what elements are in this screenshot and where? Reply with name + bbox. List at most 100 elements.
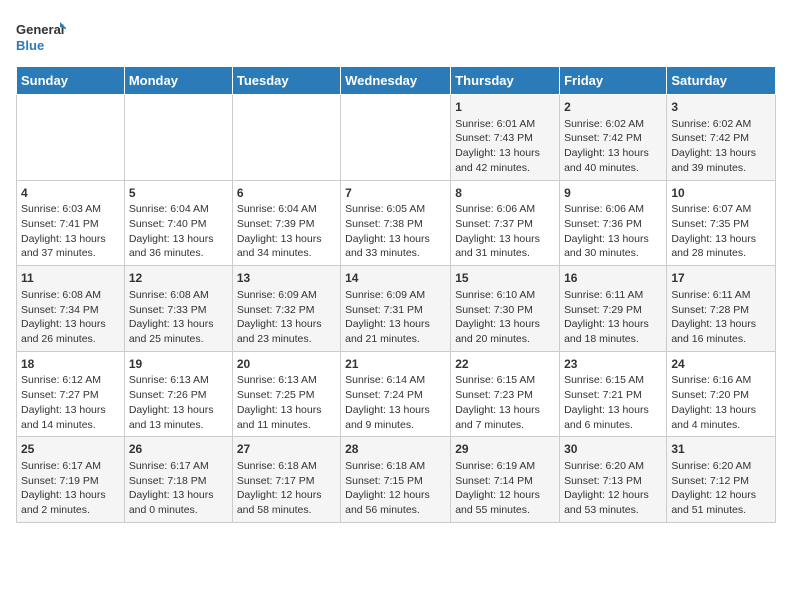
calendar-cell: 22Sunrise: 6:15 AMSunset: 7:23 PMDayligh… <box>451 351 560 437</box>
calendar-cell: 24Sunrise: 6:16 AMSunset: 7:20 PMDayligh… <box>667 351 776 437</box>
calendar-cell: 7Sunrise: 6:05 AMSunset: 7:38 PMDaylight… <box>341 180 451 266</box>
day-number: 24 <box>671 356 771 373</box>
day-number: 5 <box>129 185 228 202</box>
calendar-cell: 2Sunrise: 6:02 AMSunset: 7:42 PMDaylight… <box>560 95 667 181</box>
calendar-cell: 1Sunrise: 6:01 AMSunset: 7:43 PMDaylight… <box>451 95 560 181</box>
day-number: 23 <box>564 356 662 373</box>
day-number: 27 <box>237 441 336 458</box>
day-number: 19 <box>129 356 228 373</box>
header-day-saturday: Saturday <box>667 67 776 95</box>
svg-text:Blue: Blue <box>16 38 44 53</box>
calendar-cell: 17Sunrise: 6:11 AMSunset: 7:28 PMDayligh… <box>667 266 776 352</box>
calendar-cell: 30Sunrise: 6:20 AMSunset: 7:13 PMDayligh… <box>560 437 667 523</box>
day-number: 6 <box>237 185 336 202</box>
calendar-cell: 29Sunrise: 6:19 AMSunset: 7:14 PMDayligh… <box>451 437 560 523</box>
day-number: 26 <box>129 441 228 458</box>
day-number: 15 <box>455 270 555 287</box>
day-number: 9 <box>564 185 662 202</box>
day-info: Sunrise: 6:12 AMSunset: 7:27 PMDaylight:… <box>21 373 120 432</box>
day-number: 20 <box>237 356 336 373</box>
day-number: 13 <box>237 270 336 287</box>
day-info: Sunrise: 6:02 AMSunset: 7:42 PMDaylight:… <box>671 117 771 176</box>
day-info: Sunrise: 6:13 AMSunset: 7:26 PMDaylight:… <box>129 373 228 432</box>
day-info: Sunrise: 6:18 AMSunset: 7:17 PMDaylight:… <box>237 459 336 518</box>
calendar-cell: 14Sunrise: 6:09 AMSunset: 7:31 PMDayligh… <box>341 266 451 352</box>
calendar-cell: 8Sunrise: 6:06 AMSunset: 7:37 PMDaylight… <box>451 180 560 266</box>
day-info: Sunrise: 6:04 AMSunset: 7:39 PMDaylight:… <box>237 202 336 261</box>
calendar-cell: 4Sunrise: 6:03 AMSunset: 7:41 PMDaylight… <box>17 180 125 266</box>
day-info: Sunrise: 6:09 AMSunset: 7:32 PMDaylight:… <box>237 288 336 347</box>
day-info: Sunrise: 6:15 AMSunset: 7:21 PMDaylight:… <box>564 373 662 432</box>
week-row-2: 4Sunrise: 6:03 AMSunset: 7:41 PMDaylight… <box>17 180 776 266</box>
svg-text:General: General <box>16 22 64 37</box>
day-number: 4 <box>21 185 120 202</box>
day-info: Sunrise: 6:16 AMSunset: 7:20 PMDaylight:… <box>671 373 771 432</box>
header-row: SundayMondayTuesdayWednesdayThursdayFrid… <box>17 67 776 95</box>
week-row-4: 18Sunrise: 6:12 AMSunset: 7:27 PMDayligh… <box>17 351 776 437</box>
day-info: Sunrise: 6:04 AMSunset: 7:40 PMDaylight:… <box>129 202 228 261</box>
calendar-cell: 31Sunrise: 6:20 AMSunset: 7:12 PMDayligh… <box>667 437 776 523</box>
day-number: 29 <box>455 441 555 458</box>
week-row-1: 1Sunrise: 6:01 AMSunset: 7:43 PMDaylight… <box>17 95 776 181</box>
day-info: Sunrise: 6:18 AMSunset: 7:15 PMDaylight:… <box>345 459 446 518</box>
calendar-cell <box>232 95 340 181</box>
day-info: Sunrise: 6:13 AMSunset: 7:25 PMDaylight:… <box>237 373 336 432</box>
day-info: Sunrise: 6:06 AMSunset: 7:36 PMDaylight:… <box>564 202 662 261</box>
calendar-cell: 21Sunrise: 6:14 AMSunset: 7:24 PMDayligh… <box>341 351 451 437</box>
calendar-cell: 9Sunrise: 6:06 AMSunset: 7:36 PMDaylight… <box>560 180 667 266</box>
logo-icon: General Blue <box>16 16 66 56</box>
day-info: Sunrise: 6:10 AMSunset: 7:30 PMDaylight:… <box>455 288 555 347</box>
calendar-cell: 27Sunrise: 6:18 AMSunset: 7:17 PMDayligh… <box>232 437 340 523</box>
day-number: 21 <box>345 356 446 373</box>
header-day-sunday: Sunday <box>17 67 125 95</box>
week-row-3: 11Sunrise: 6:08 AMSunset: 7:34 PMDayligh… <box>17 266 776 352</box>
day-number: 3 <box>671 99 771 116</box>
day-number: 28 <box>345 441 446 458</box>
calendar-cell: 18Sunrise: 6:12 AMSunset: 7:27 PMDayligh… <box>17 351 125 437</box>
day-number: 18 <box>21 356 120 373</box>
day-info: Sunrise: 6:02 AMSunset: 7:42 PMDaylight:… <box>564 117 662 176</box>
day-number: 31 <box>671 441 771 458</box>
calendar-cell: 16Sunrise: 6:11 AMSunset: 7:29 PMDayligh… <box>560 266 667 352</box>
day-number: 1 <box>455 99 555 116</box>
calendar-cell: 28Sunrise: 6:18 AMSunset: 7:15 PMDayligh… <box>341 437 451 523</box>
day-info: Sunrise: 6:01 AMSunset: 7:43 PMDaylight:… <box>455 117 555 176</box>
calendar-cell: 5Sunrise: 6:04 AMSunset: 7:40 PMDaylight… <box>124 180 232 266</box>
day-info: Sunrise: 6:07 AMSunset: 7:35 PMDaylight:… <box>671 202 771 261</box>
day-info: Sunrise: 6:19 AMSunset: 7:14 PMDaylight:… <box>455 459 555 518</box>
calendar-cell: 15Sunrise: 6:10 AMSunset: 7:30 PMDayligh… <box>451 266 560 352</box>
day-number: 30 <box>564 441 662 458</box>
day-info: Sunrise: 6:11 AMSunset: 7:29 PMDaylight:… <box>564 288 662 347</box>
calendar-cell: 23Sunrise: 6:15 AMSunset: 7:21 PMDayligh… <box>560 351 667 437</box>
calendar-cell: 3Sunrise: 6:02 AMSunset: 7:42 PMDaylight… <box>667 95 776 181</box>
day-info: Sunrise: 6:17 AMSunset: 7:18 PMDaylight:… <box>129 459 228 518</box>
day-info: Sunrise: 6:05 AMSunset: 7:38 PMDaylight:… <box>345 202 446 261</box>
calendar-cell <box>341 95 451 181</box>
header-day-wednesday: Wednesday <box>341 67 451 95</box>
calendar-cell: 6Sunrise: 6:04 AMSunset: 7:39 PMDaylight… <box>232 180 340 266</box>
header-day-friday: Friday <box>560 67 667 95</box>
calendar-cell <box>124 95 232 181</box>
day-number: 10 <box>671 185 771 202</box>
day-number: 14 <box>345 270 446 287</box>
calendar-cell: 19Sunrise: 6:13 AMSunset: 7:26 PMDayligh… <box>124 351 232 437</box>
day-number: 11 <box>21 270 120 287</box>
day-info: Sunrise: 6:03 AMSunset: 7:41 PMDaylight:… <box>21 202 120 261</box>
day-info: Sunrise: 6:20 AMSunset: 7:13 PMDaylight:… <box>564 459 662 518</box>
calendar-cell: 20Sunrise: 6:13 AMSunset: 7:25 PMDayligh… <box>232 351 340 437</box>
day-info: Sunrise: 6:17 AMSunset: 7:19 PMDaylight:… <box>21 459 120 518</box>
day-info: Sunrise: 6:11 AMSunset: 7:28 PMDaylight:… <box>671 288 771 347</box>
day-number: 16 <box>564 270 662 287</box>
day-number: 12 <box>129 270 228 287</box>
calendar-cell <box>17 95 125 181</box>
logo: General Blue <box>16 16 66 56</box>
page-header: General Blue <box>16 16 776 56</box>
calendar-cell: 26Sunrise: 6:17 AMSunset: 7:18 PMDayligh… <box>124 437 232 523</box>
calendar-cell: 12Sunrise: 6:08 AMSunset: 7:33 PMDayligh… <box>124 266 232 352</box>
calendar-table: SundayMondayTuesdayWednesdayThursdayFrid… <box>16 66 776 523</box>
day-info: Sunrise: 6:15 AMSunset: 7:23 PMDaylight:… <box>455 373 555 432</box>
day-number: 7 <box>345 185 446 202</box>
day-number: 25 <box>21 441 120 458</box>
header-day-thursday: Thursday <box>451 67 560 95</box>
header-day-monday: Monday <box>124 67 232 95</box>
